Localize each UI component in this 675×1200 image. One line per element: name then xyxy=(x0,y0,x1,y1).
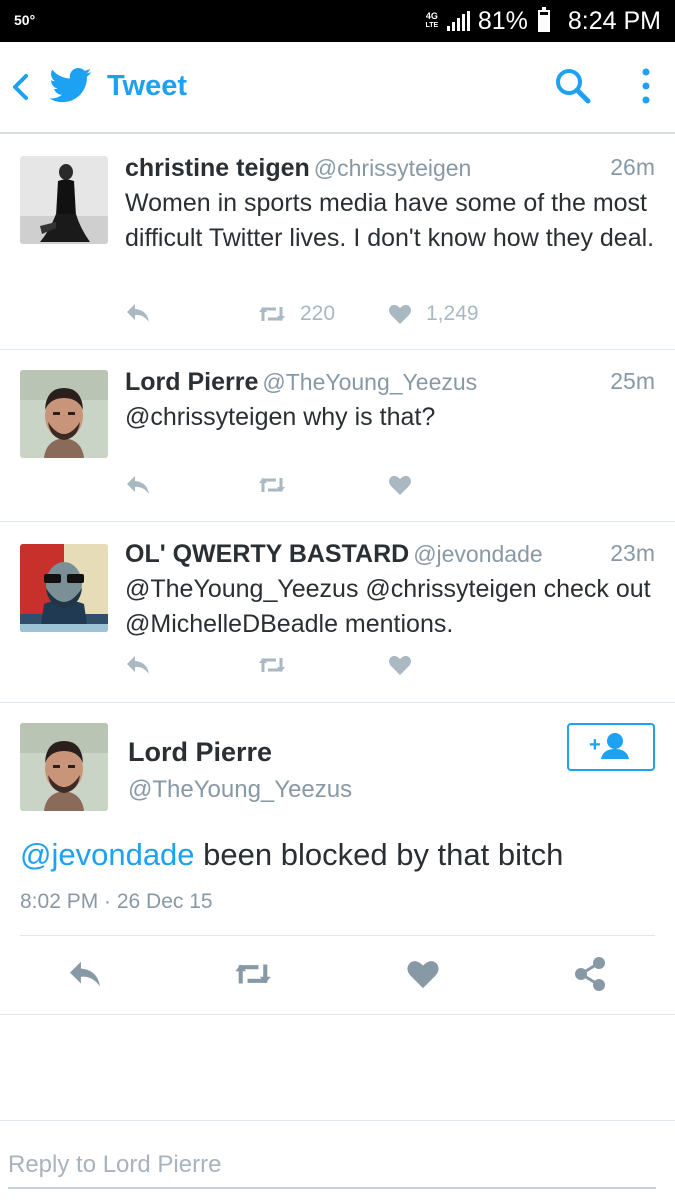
tweet-text: @TheYoung_Yeezus @chrissyteigen check ou… xyxy=(125,575,651,638)
battery-icon xyxy=(537,7,550,32)
avatar[interactable] xyxy=(20,156,108,244)
status-bar: 50° 4G LTE 81% 8:24 PM xyxy=(0,0,675,42)
temperature-indicator: 50° xyxy=(14,12,36,28)
signal-strength-icon xyxy=(446,11,470,31)
heart-icon xyxy=(389,655,411,675)
user-handle[interactable]: @TheYoung_Yeezus xyxy=(128,776,352,804)
tweet-text: Women in sports media have some of the m… xyxy=(125,189,655,252)
retweet-button[interactable] xyxy=(258,474,286,496)
reply-button[interactable] xyxy=(65,950,105,998)
tweet-body: been blocked by that bitch xyxy=(194,837,564,872)
tweet-actions: 220 1,249 xyxy=(125,302,545,332)
like-button[interactable] xyxy=(403,950,443,998)
follow-button[interactable]: + xyxy=(567,723,655,771)
app-bar: Tweet xyxy=(0,42,675,134)
tweet-time: 25m xyxy=(610,368,655,394)
user-name[interactable]: Lord Pierre xyxy=(128,737,272,768)
reply-button[interactable] xyxy=(125,654,151,676)
reply-button[interactable] xyxy=(125,474,151,496)
chevron-left-icon[interactable] xyxy=(10,72,32,102)
tweet-header: Lord Pierre @TheYoung_Yeezus 25m xyxy=(125,368,655,397)
retweet-icon xyxy=(259,307,285,321)
user-handle[interactable]: @chrissyteigen xyxy=(314,155,472,181)
tweet-text: @chrissyteigen why is that? xyxy=(125,403,436,431)
avatar[interactable] xyxy=(20,723,108,811)
tweet-text: @jevondade been blocked by that bitch xyxy=(20,837,563,873)
reply-bar xyxy=(0,1120,675,1200)
heart-icon xyxy=(389,475,411,495)
tweet-actions xyxy=(125,474,545,504)
reply-input[interactable] xyxy=(8,1143,656,1189)
tweet-time: 23m xyxy=(610,540,655,566)
like-button[interactable] xyxy=(388,654,412,676)
add-user-icon: + xyxy=(589,733,629,759)
timeline-tweet[interactable]: OL' QWERTY BASTARD @jevondade 23m @TheYou… xyxy=(0,522,675,703)
reply-icon xyxy=(127,476,149,494)
heart-icon xyxy=(389,304,411,324)
tweet-header: christine teigen @chrissyteigen 26m xyxy=(125,154,655,183)
tweet-header: OL' QWERTY BASTARD @jevondade 23m xyxy=(125,540,655,569)
retweet-button[interactable] xyxy=(233,950,273,998)
retweet-icon xyxy=(259,478,285,492)
user-name[interactable]: christine teigen xyxy=(125,154,310,182)
share-button[interactable] xyxy=(570,950,610,998)
clock: 8:24 PM xyxy=(567,6,661,35)
battery-percent: 81% xyxy=(477,6,528,35)
focused-tweet-actions xyxy=(0,950,675,998)
divider xyxy=(20,935,655,936)
retweet-button[interactable]: 220 xyxy=(258,302,335,326)
user-handle[interactable]: @TheYoung_Yeezus xyxy=(262,369,477,395)
tweet-actions xyxy=(125,654,545,684)
network-icon: 4G LTE xyxy=(425,11,439,30)
retweet-icon xyxy=(259,658,285,672)
twitter-bird-icon xyxy=(50,68,92,103)
retweet-button[interactable] xyxy=(258,654,286,676)
retweet-count: 220 xyxy=(300,302,336,325)
like-count: 1,249 xyxy=(426,302,479,325)
timeline-tweet[interactable]: Lord Pierre @TheYoung_Yeezus 25m @chrissy… xyxy=(0,350,675,522)
user-name[interactable]: Lord Pierre xyxy=(125,368,258,396)
user-handle[interactable]: @jevondade xyxy=(413,541,543,567)
user-name[interactable]: OL' QWERTY BASTARD xyxy=(125,540,409,568)
share-icon xyxy=(575,957,605,991)
more-vertical-icon[interactable] xyxy=(636,66,656,110)
like-button[interactable] xyxy=(388,474,412,496)
avatar[interactable] xyxy=(20,370,108,458)
mention-link[interactable]: @jevondade xyxy=(20,837,195,872)
like-button[interactable]: 1,249 xyxy=(388,302,479,326)
svg-text:+: + xyxy=(589,734,601,756)
search-icon[interactable] xyxy=(553,66,593,106)
reply-icon xyxy=(70,961,100,987)
reply-icon xyxy=(127,304,149,322)
tweet-timestamp: 8:02 PM · 26 Dec 15 xyxy=(20,890,213,913)
heart-icon xyxy=(407,961,439,989)
tweet-time: 26m xyxy=(610,154,655,180)
status-icons: 4G LTE 81% 8:24 PM xyxy=(425,5,661,37)
avatar[interactable] xyxy=(20,544,108,632)
reply-icon xyxy=(127,656,149,674)
timeline-tweet[interactable]: christine teigen @chrissyteigen 26m Women… xyxy=(0,136,675,350)
retweet-icon xyxy=(235,964,271,984)
reply-button[interactable] xyxy=(125,302,151,324)
page-title: Tweet xyxy=(107,70,188,102)
